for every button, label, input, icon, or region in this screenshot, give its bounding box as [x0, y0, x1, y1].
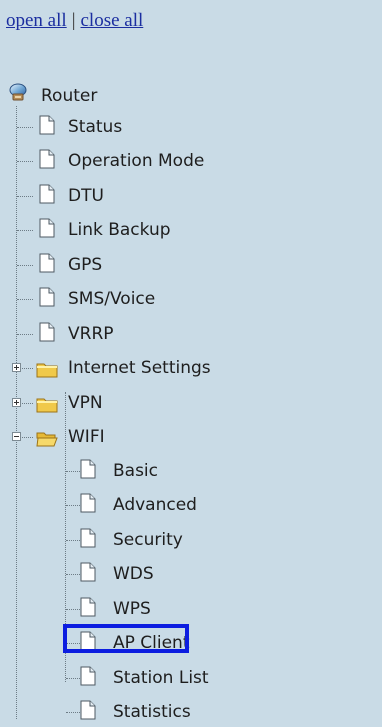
tree-item-label: Security [113, 530, 183, 550]
tree-item-gps[interactable]: GPS [0, 250, 160, 280]
page-icon [39, 253, 55, 273]
tree-item-label: Status [68, 117, 123, 137]
page-icon [80, 493, 96, 513]
tree-item-security[interactable]: Security [50, 525, 270, 555]
tree-item-label: DTU [68, 186, 104, 206]
tree-item-operation-mode[interactable]: Operation Mode [0, 146, 260, 176]
page-icon [39, 149, 55, 169]
page-icon [80, 562, 96, 582]
tree-folder-internet-settings[interactable]: Internet Settings [0, 353, 300, 383]
expand-toggle-icon[interactable] [12, 363, 21, 372]
tree-item-label: WIFI [68, 427, 105, 447]
tree-item-label: Station List [113, 668, 209, 688]
tree-item-basic[interactable]: Basic [50, 456, 230, 486]
folder-closed-icon [36, 363, 58, 378]
tree-folder-wifi[interactable]: WIFI [0, 422, 160, 452]
page-icon [39, 322, 55, 342]
page-icon [80, 700, 96, 720]
tree-item-label: GPS [68, 255, 103, 275]
tree-item-label: VPN [68, 393, 103, 413]
tree-item-label: Operation Mode [68, 151, 205, 171]
page-icon [80, 459, 96, 479]
tree-item-label: SMS/Voice [68, 289, 156, 309]
tree-item-label: VRRP [68, 324, 114, 344]
tree-item-station-list[interactable]: Station List [50, 663, 280, 693]
collapse-toggle-icon[interactable] [12, 432, 21, 441]
tree-item-advanced[interactable]: Advanced [50, 490, 270, 520]
expand-toggle-icon[interactable] [12, 398, 21, 407]
page-icon [39, 115, 55, 135]
navigation-tree: Router Status Operation Mode DTU Link Ba… [0, 0, 382, 722]
tree-item-statistics[interactable]: Statistics [50, 697, 270, 727]
page-icon [80, 528, 96, 548]
tree-item-label: WDS [113, 564, 154, 584]
tree-item-router[interactable]: Router [0, 81, 140, 111]
tree-folder-vpn[interactable]: VPN [0, 388, 160, 418]
router-icon [9, 83, 27, 101]
tree-item-wds[interactable]: WDS [50, 559, 210, 589]
tree-item-label: Statistics [113, 702, 191, 722]
tree-item-label: Advanced [113, 495, 197, 515]
tree-item-label: WPS [113, 599, 151, 619]
folder-closed-icon [36, 398, 58, 413]
tree-item-label: Router [41, 86, 98, 106]
tree-item-wps[interactable]: WPS [50, 594, 210, 624]
selected-item-highlight [63, 624, 189, 653]
tree-item-label: Internet Settings [68, 358, 211, 378]
page-icon [80, 597, 96, 617]
tree-item-status[interactable]: Status [0, 112, 230, 142]
folder-open-icon [36, 432, 58, 447]
tree-item-link-backup[interactable]: Link Backup [0, 215, 230, 245]
tree-item-vrrp[interactable]: VRRP [0, 319, 160, 349]
page-icon [39, 287, 55, 307]
tree-item-sms-voice[interactable]: SMS/Voice [0, 284, 230, 314]
tree-item-label: Link Backup [68, 220, 171, 240]
page-icon [39, 218, 55, 238]
tree-item-label: Basic [113, 461, 159, 481]
tree-item-dtu[interactable]: DTU [0, 181, 160, 211]
page-icon [39, 184, 55, 204]
page-icon [80, 666, 96, 686]
